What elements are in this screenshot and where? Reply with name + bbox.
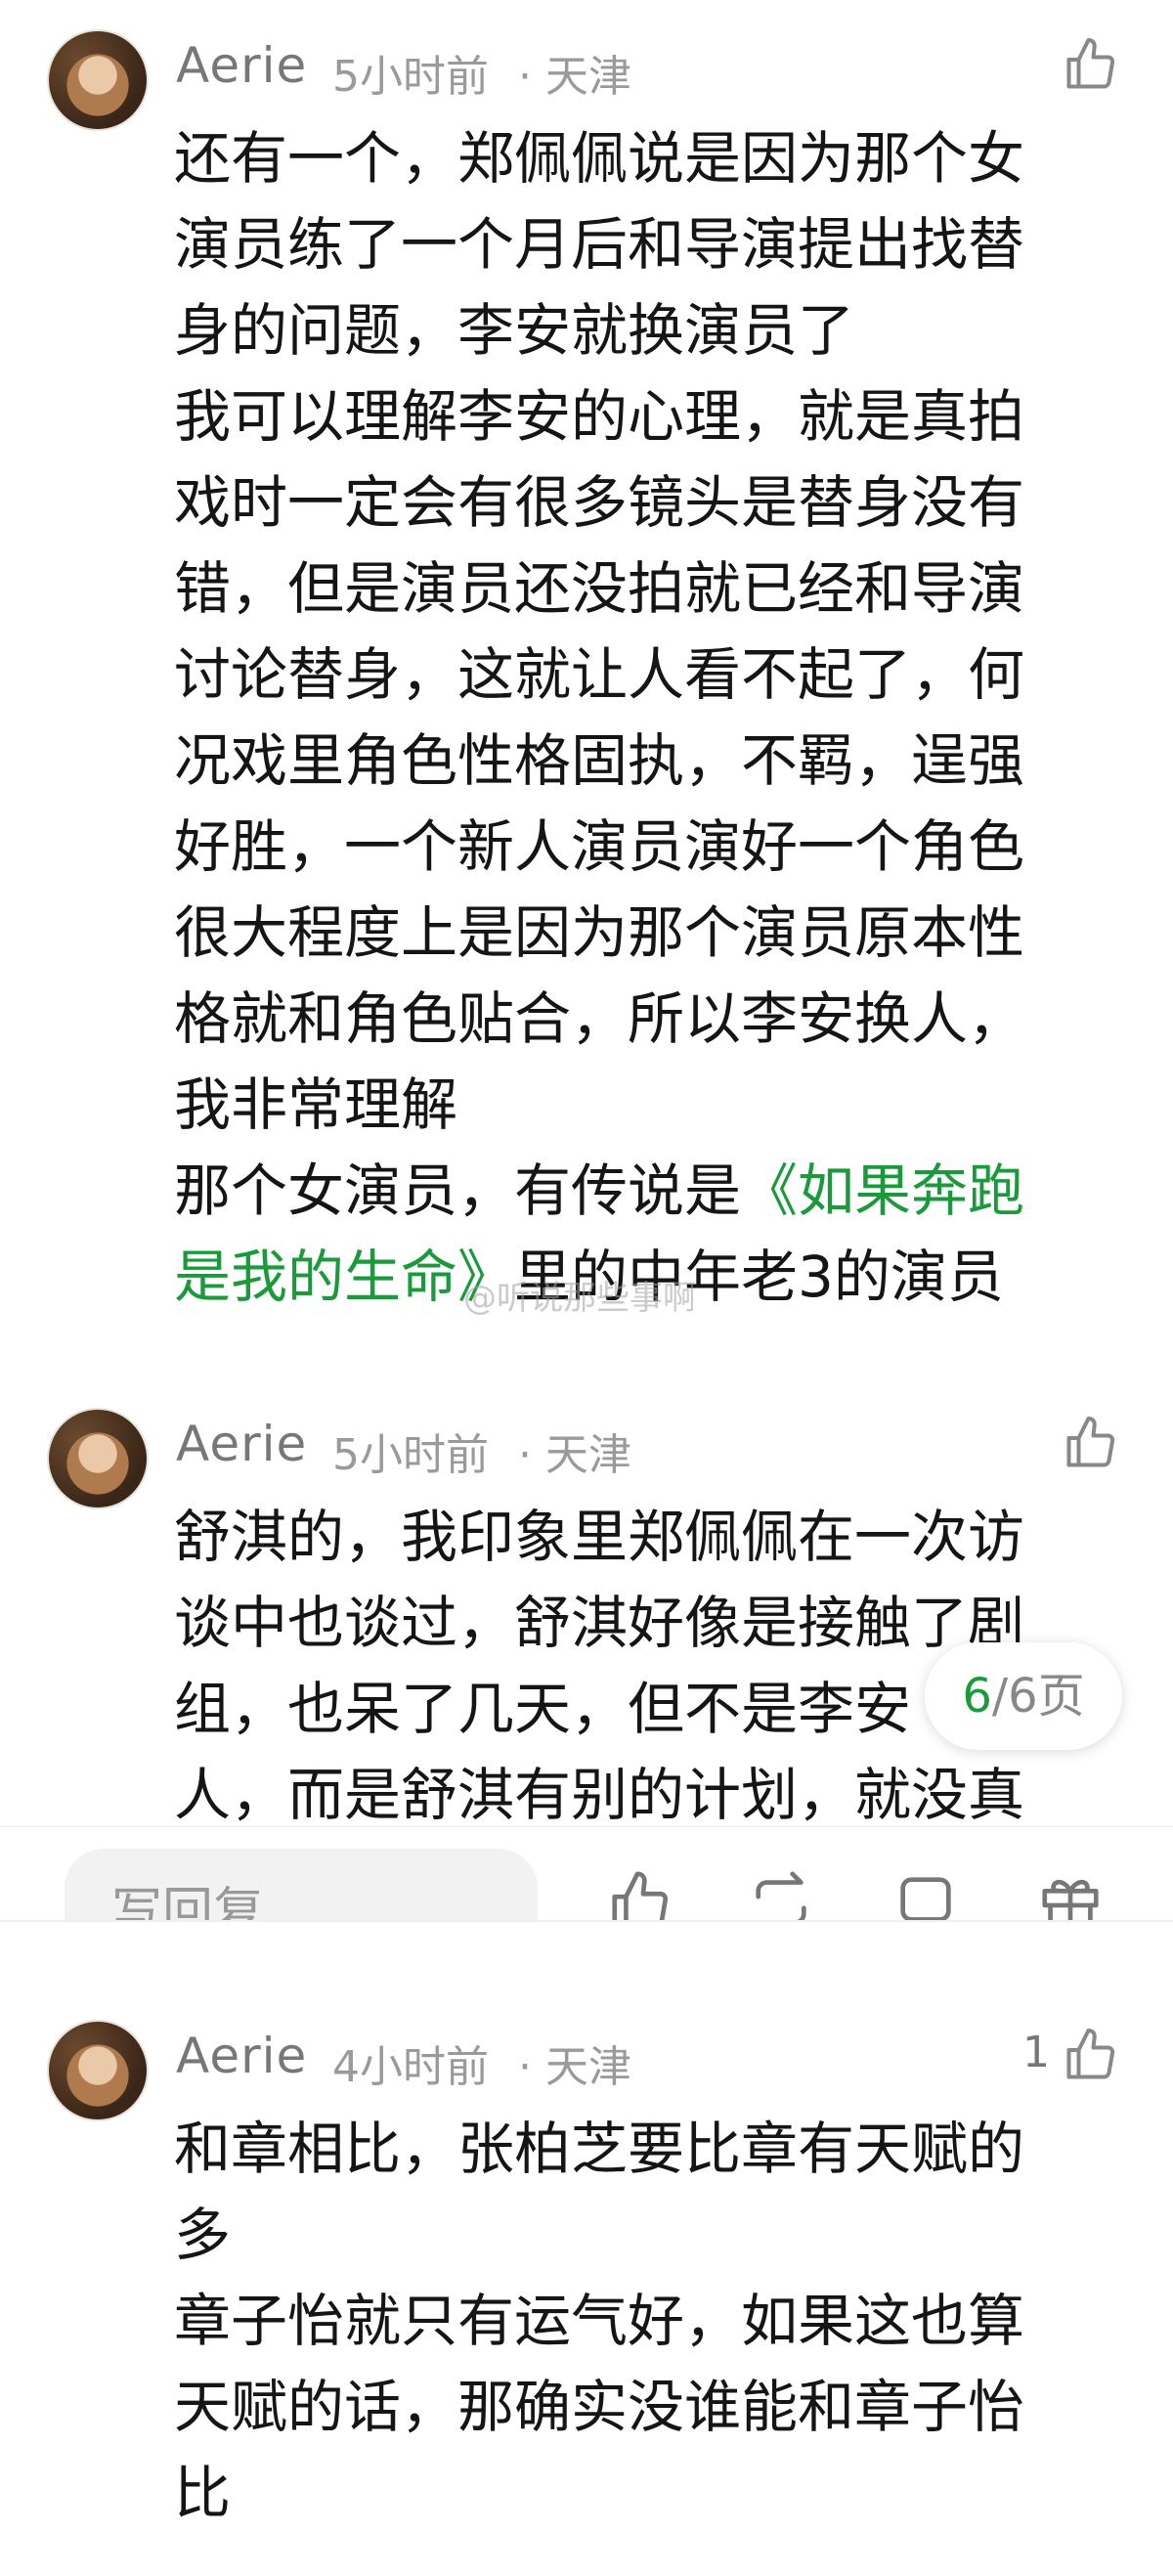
- comment-time: 5小时前: [332, 1430, 489, 1480]
- text-line: 好胜，一个新人演员演好一个角色: [174, 813, 1025, 880]
- reply-bar: 写回复: [0, 1826, 1173, 1921]
- comment-time: 4小时前: [332, 2042, 489, 2092]
- text-line: 讨论替身，这就让人看不起了，何: [174, 641, 1025, 708]
- repost-icon[interactable]: [747, 1868, 815, 1921]
- text-line: 很大程度上是因为那个演员原本性: [174, 899, 1025, 966]
- text-line: 那个女演员，有传说是《如果奔跑: [174, 1148, 1083, 1234]
- text-line: 多: [174, 2202, 232, 2268]
- author-name[interactable]: Aerie: [176, 37, 307, 94]
- like-count: 1: [1022, 2028, 1050, 2077]
- comment-location: · 天津: [518, 52, 631, 102]
- avatar[interactable]: [47, 1408, 149, 1509]
- text-line: 章子怡就只有运气好，如果这也算: [174, 2288, 1025, 2354]
- reply-placeholder: 写回复: [111, 1883, 265, 1921]
- text-line: 况戏里角色性格固执，不羁，逞强: [174, 727, 1025, 794]
- avatar[interactable]: [47, 29, 149, 131]
- text-line: 天赋的话，那确实没谁能和章子怡: [174, 2374, 1025, 2440]
- page-current: 6: [962, 1669, 992, 1724]
- text-line: 错，但是演员还没拍就已经和导演: [174, 555, 1025, 622]
- like-icon[interactable]: [1062, 2026, 1120, 2084]
- text-line: 身的问题，李安就换演员了: [174, 297, 855, 364]
- like-icon[interactable]: [1062, 1414, 1120, 1472]
- text-line: 戏时一定会有很多镜头是替身没有: [174, 469, 1025, 536]
- page-indicator[interactable]: 6/6页: [925, 1642, 1122, 1750]
- comment-location: · 天津: [518, 1430, 631, 1480]
- text-line: 我可以理解李安的心理，就是真拍: [174, 383, 1025, 450]
- divider: [0, 1920, 1173, 1922]
- text-segment: 那个女演员，有传说是: [174, 1157, 742, 1224]
- thumbs-up-icon[interactable]: [606, 1868, 674, 1921]
- comment-body: 和章相比，张柏芝要比章有天赋的 多 章子怡就只有运气好，如果这也算 天赋的话，那…: [174, 2106, 1083, 2536]
- comment-location: · 天津: [518, 2042, 631, 2092]
- watermark: @听说那些事啊: [463, 1279, 696, 1318]
- text-line: 和章相比，张柏芝要比章有天赋的: [174, 2116, 1025, 2182]
- topic-link[interactable]: 《如果奔跑: [741, 1157, 1024, 1224]
- text-line: 还有一个，郑佩佩说是因为那个女: [174, 125, 1025, 192]
- author-name[interactable]: Aerie: [176, 1416, 307, 1472]
- gift-icon[interactable]: [1036, 1868, 1105, 1921]
- text-line: 比: [174, 2460, 232, 2526]
- comment-time: 5小时前: [332, 52, 489, 102]
- page-total: /6页: [991, 1669, 1085, 1724]
- reply-input[interactable]: 写回复: [65, 1849, 538, 1921]
- author-name[interactable]: Aerie: [176, 2028, 307, 2084]
- text-line: 演员练了一个月后和导演提出找替: [174, 211, 1025, 278]
- comment-body: 还有一个，郑佩佩说是因为那个女 演员练了一个月后和导演提出找替 身的问题，李安就…: [174, 115, 1083, 1320]
- text-line: 格就和角色贴合，所以李安换人，: [174, 985, 1025, 1052]
- avatar[interactable]: [47, 2020, 149, 2121]
- text-line: 人，而是舒淇有别的计划，就没真: [174, 1762, 1025, 1826]
- comment-icon[interactable]: [891, 1868, 960, 1921]
- text-line: 舒淇的，我印象里郑佩佩在一次访: [174, 1504, 1025, 1570]
- like-icon[interactable]: [1062, 35, 1120, 94]
- text-line: 我非常理解: [174, 1071, 458, 1138]
